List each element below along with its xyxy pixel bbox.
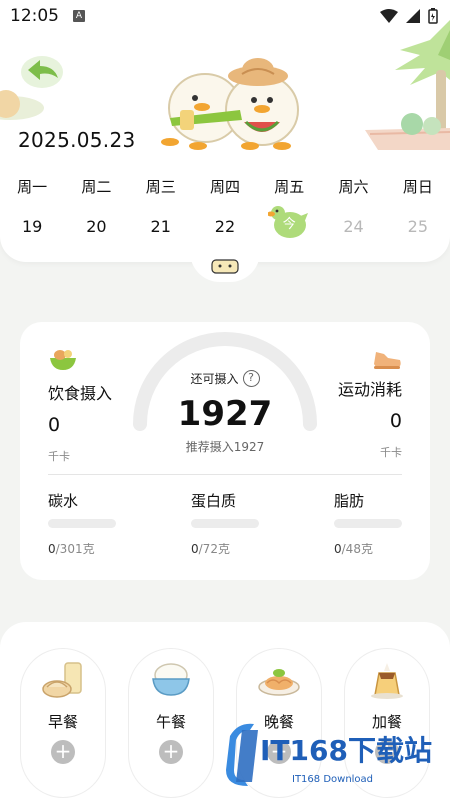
macro-value: 0/72克 xyxy=(191,540,287,557)
macro-fat: 脂肪 0/48克 xyxy=(334,490,402,557)
battery-icon xyxy=(428,8,438,24)
svg-text:IT168下载站: IT168下载站 xyxy=(260,734,432,767)
macro-protein: 蛋白质 0/72克 xyxy=(191,490,287,557)
intake-unit: 千卡 xyxy=(48,450,70,463)
weekday-label: 周日 xyxy=(402,178,433,196)
meal-name: 早餐 xyxy=(47,713,78,731)
day-wed[interactable]: 周三 21 xyxy=(129,176,193,239)
wifi-icon xyxy=(380,9,398,23)
breakfast-icon xyxy=(42,662,82,698)
date-number: 24 xyxy=(343,217,364,236)
day-tue[interactable]: 周二 20 xyxy=(64,176,128,239)
macro-value: 0/301克 xyxy=(48,540,144,557)
today-label: 今 xyxy=(282,217,296,232)
weekday-label: 周六 xyxy=(338,178,369,196)
back-button[interactable] xyxy=(20,54,64,90)
today-duck-badge: 今 xyxy=(267,203,310,239)
macro-current: 0 xyxy=(334,542,342,556)
date-number: 20 xyxy=(86,217,107,236)
weekday-label: 周五 xyxy=(274,178,305,196)
expand-calendar-handle[interactable] xyxy=(190,248,260,282)
add-breakfast-button[interactable]: + xyxy=(51,740,75,764)
weekday-label: 周三 xyxy=(145,178,176,196)
divider xyxy=(48,474,402,475)
day-fri-today[interactable]: 周五 今 xyxy=(257,176,321,239)
date-number: 22 xyxy=(214,217,236,236)
macro-progress-bar xyxy=(191,519,259,528)
duck-face-icon xyxy=(211,259,239,274)
day-sun[interactable]: 周日 25 xyxy=(386,176,450,239)
notification-icon: A xyxy=(73,10,85,22)
macro-current: 0 xyxy=(191,542,199,556)
food-bowl-icon xyxy=(50,350,76,370)
macro-target: /72克 xyxy=(198,542,230,556)
intake-label: 饮食摄入 xyxy=(48,384,113,403)
day-mon[interactable]: 周一 19 xyxy=(0,176,64,239)
remaining-label: 还可摄入 xyxy=(190,372,239,386)
macro-carbs: 碳水 0/301克 xyxy=(48,490,144,557)
add-lunch-button[interactable]: + xyxy=(159,740,183,764)
macro-current: 0 xyxy=(48,542,56,556)
it168-watermark-logo: IT168下载站 IT168 Download xyxy=(226,723,432,786)
macro-name: 碳水 xyxy=(48,492,79,510)
exercise-block[interactable]: 运动消耗 0 千卡 xyxy=(312,344,402,460)
signal-icon xyxy=(406,9,420,23)
macro-target: /301克 xyxy=(55,542,95,556)
date-number: 25 xyxy=(407,217,428,236)
rice-bowl-icon xyxy=(152,663,190,696)
exercise-unit: 千卡 xyxy=(380,446,402,459)
nutrition-summary-card: 还可摄入 ? 1927 推荐摄入1927 饮食摄入 0 千卡 运动消耗 0 千卡… xyxy=(20,322,430,580)
current-date: 2025.05.23 xyxy=(18,128,136,152)
date-number: 21 xyxy=(150,217,171,236)
week-selector: 周一 19 周二 20 周三 21 周四 22 周五 今 周六 24 周日 25 xyxy=(0,176,450,239)
header-card: 2025.05.23 周一 19 周二 20 周三 21 周四 22 周五 今 … xyxy=(0,0,450,262)
intake-block[interactable]: 饮食摄入 0 千卡 xyxy=(48,344,138,464)
day-sat[interactable]: 周六 24 xyxy=(321,176,385,239)
status-time: 12:05 xyxy=(10,6,59,26)
meal-breakfast[interactable]: 早餐 + xyxy=(20,648,106,798)
macro-name: 蛋白质 xyxy=(191,492,237,510)
macro-list: 碳水 0/301克 蛋白质 0/72克 脂肪 0/48克 xyxy=(48,490,402,557)
macro-target: /48克 xyxy=(341,542,373,556)
pudding-icon xyxy=(371,663,403,699)
weekday-label: 周四 xyxy=(209,178,240,196)
exercise-label: 运动消耗 xyxy=(337,380,402,399)
svg-text:IT168 Download: IT168 Download xyxy=(292,774,373,785)
day-thu[interactable]: 周四 22 xyxy=(193,176,257,239)
date-number: 19 xyxy=(21,217,43,236)
weekday-label: 周一 xyxy=(17,178,48,196)
macro-value: 0/48克 xyxy=(334,540,402,557)
status-bar: 12:05 A xyxy=(0,0,450,32)
macro-progress-bar xyxy=(334,519,402,528)
macro-name: 脂肪 xyxy=(334,492,365,510)
sneaker-icon xyxy=(374,352,401,369)
meal-name: 午餐 xyxy=(155,713,186,731)
help-icon[interactable]: ? xyxy=(242,370,260,387)
noodles-icon xyxy=(258,669,300,696)
intake-value: 0 xyxy=(48,414,61,436)
macro-progress-bar xyxy=(48,519,116,528)
back-arrow-icon xyxy=(21,56,63,88)
weekday-label: 周二 xyxy=(81,178,112,196)
exercise-value: 0 xyxy=(389,410,402,432)
meal-lunch[interactable]: 午餐 + xyxy=(128,648,214,798)
